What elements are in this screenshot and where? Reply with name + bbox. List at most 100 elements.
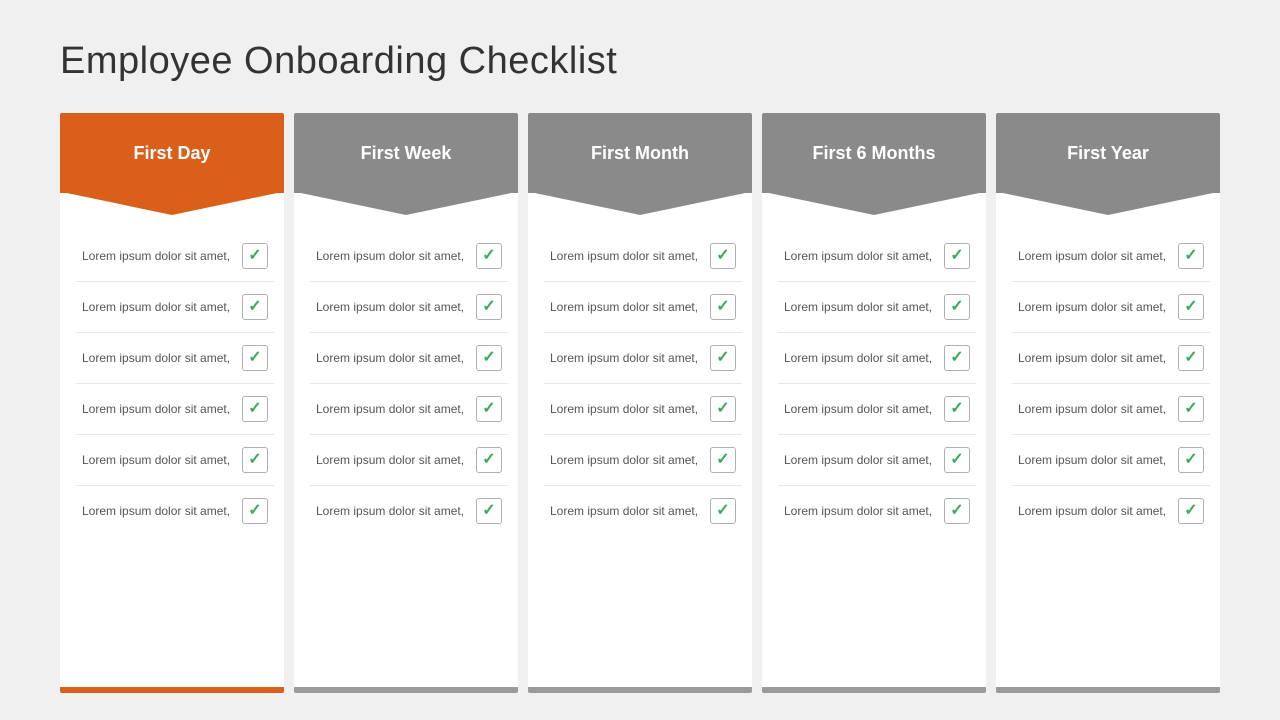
checkbox[interactable]: ✓ — [476, 294, 502, 320]
checkbox[interactable]: ✓ — [1178, 345, 1204, 371]
checkbox[interactable]: ✓ — [710, 294, 736, 320]
column-footer-first-month — [528, 687, 752, 693]
column-body-first-6months: Lorem ipsum dolor sit amet,✓Lorem ipsum … — [762, 193, 986, 687]
item-text: Lorem ipsum dolor sit amet, — [82, 401, 234, 418]
checkmark-icon: ✓ — [482, 503, 495, 519]
list-item: Lorem ipsum dolor sit amet,✓ — [544, 435, 742, 486]
slide: Employee Onboarding Checklist First Day L… — [0, 0, 1280, 720]
checkbox[interactable]: ✓ — [242, 345, 268, 371]
checkmark-icon: ✓ — [482, 350, 495, 366]
checkmark-icon: ✓ — [248, 401, 261, 417]
column-header-text-first-week: First Week — [361, 143, 452, 164]
item-text: Lorem ipsum dolor sit amet, — [1018, 401, 1170, 418]
checkmark-icon: ✓ — [248, 452, 261, 468]
item-text: Lorem ipsum dolor sit amet, — [550, 503, 702, 520]
item-text: Lorem ipsum dolor sit amet, — [82, 248, 234, 265]
list-item: Lorem ipsum dolor sit amet, ✓ — [544, 486, 742, 536]
checkbox[interactable]: ✓ — [710, 498, 736, 524]
item-text: Lorem ipsum dolor sit amet, — [1018, 503, 1170, 520]
checkmark-icon: ✓ — [716, 248, 729, 264]
checkbox[interactable]: ✓ — [944, 294, 970, 320]
item-text: Lorem ipsum dolor sit amet, — [82, 503, 234, 520]
item-text: Lorem ipsum dolor sit amet, — [316, 401, 468, 418]
checkbox[interactable]: ✓ — [710, 396, 736, 422]
column-first-week: First Week Lorem ipsum dolor sit amet, ✓ Lo… — [294, 113, 518, 693]
checkbox[interactable]: ✓ — [242, 294, 268, 320]
column-body-first-year: Lorem ipsum dolor sit amet, ✓ Lorem ipsum … — [996, 193, 1220, 687]
column-header-first-day: First Day — [60, 113, 284, 193]
checkmark-icon: ✓ — [716, 350, 729, 366]
item-text: Lorem ipsum dolor sit amet, — [784, 503, 936, 520]
item-text: Lorem ipsum dolor sit amet, — [1018, 452, 1170, 469]
item-text: Lorem ipsum dolor sit amet, — [316, 503, 468, 520]
item-text: Lorem ipsum dolor sit amet, — [784, 299, 936, 316]
column-header-first-month: First Month — [528, 113, 752, 193]
list-item: Lorem ipsum dolor sit amet, ✓ — [1012, 486, 1210, 536]
item-text: Lorem ipsum dolor sit amet, — [784, 401, 936, 418]
checkbox[interactable]: ✓ — [944, 498, 970, 524]
item-text: Lorem ipsum dolor sit amet, — [82, 452, 234, 469]
list-item: Lorem ipsum dolor sit amet,✓ — [1012, 333, 1210, 384]
checkbox[interactable]: ✓ — [944, 243, 970, 269]
checkbox[interactable]: ✓ — [1178, 243, 1204, 269]
checkmark-icon: ✓ — [950, 401, 963, 417]
list-item: Lorem ipsum dolor sit amet, ✓ — [310, 231, 508, 282]
checkbox[interactable]: ✓ — [242, 498, 268, 524]
list-item: Lorem ipsum dolor sit amet,✓ — [310, 333, 508, 384]
checkmark-icon: ✓ — [248, 503, 261, 519]
column-header-text-first-month: First Month — [591, 143, 689, 164]
checkmark-icon: ✓ — [1184, 503, 1197, 519]
list-item: Lorem ipsum dolor sit amet, ✓ — [778, 435, 976, 486]
checkmark-icon: ✓ — [950, 299, 963, 315]
item-text: Lorem ipsum dolor sit amet, — [550, 248, 702, 265]
column-header-text-first-6months: First 6 Months — [812, 143, 935, 164]
checkmark-icon: ✓ — [482, 248, 495, 264]
checkmark-icon: ✓ — [1184, 401, 1197, 417]
item-text: Lorem ipsum dolor sit amet, — [784, 350, 936, 367]
checkbox[interactable]: ✓ — [476, 498, 502, 524]
checkbox[interactable]: ✓ — [710, 447, 736, 473]
list-item: Lorem ipsum dolor sit amet, ✓ — [310, 435, 508, 486]
checkmark-icon: ✓ — [950, 452, 963, 468]
page-title: Employee Onboarding Checklist — [60, 40, 1220, 83]
checkbox[interactable]: ✓ — [476, 396, 502, 422]
checkbox[interactable]: ✓ — [476, 447, 502, 473]
column-first-day: First Day Lorem ipsum dolor sit amet, ✓ Lor… — [60, 113, 284, 693]
checkmark-icon: ✓ — [248, 248, 261, 264]
column-header-first-year: First Year — [996, 113, 1220, 193]
list-item: Lorem ipsum dolor sit amet,✓ — [76, 333, 274, 384]
checkmark-icon: ✓ — [716, 299, 729, 315]
list-item: Lorem ipsum dolor sit amet, ✓ — [1012, 282, 1210, 333]
checkbox[interactable]: ✓ — [1178, 498, 1204, 524]
checkmark-icon: ✓ — [716, 452, 729, 468]
checkmark-icon: ✓ — [1184, 350, 1197, 366]
column-first-6months: First 6 Months Lorem ipsum dolor sit amet… — [762, 113, 986, 693]
list-item: Lorem ipsum dolor sit amet,✓ — [310, 282, 508, 333]
checkbox[interactable]: ✓ — [476, 345, 502, 371]
list-item: Lorem ipsum dolor sit amet, ✓ — [778, 486, 976, 536]
checkbox[interactable]: ✓ — [476, 243, 502, 269]
column-body-first-month: Lorem ipsum dolor sit amet, ✓ Lorem ipsum … — [528, 193, 752, 687]
checkbox[interactable]: ✓ — [242, 396, 268, 422]
checkbox[interactable]: ✓ — [242, 243, 268, 269]
checkbox[interactable]: ✓ — [944, 345, 970, 371]
list-item: Lorem ipsum dolor sit amet, ✓ — [544, 231, 742, 282]
list-item: Lorem ipsum dolor sit amet, ✓ — [76, 435, 274, 486]
column-header-first-week: First Week — [294, 113, 518, 193]
checkbox[interactable]: ✓ — [1178, 447, 1204, 473]
checkbox[interactable]: ✓ — [944, 396, 970, 422]
list-item: Lorem ipsum dolor sit amet,✓ — [544, 384, 742, 435]
checkbox[interactable]: ✓ — [944, 447, 970, 473]
item-text: Lorem ipsum dolor sit amet, — [316, 248, 468, 265]
column-header-first-6months: First 6 Months — [762, 113, 986, 193]
item-text: Lorem ipsum dolor sit amet, — [1018, 299, 1170, 316]
checkbox[interactable]: ✓ — [242, 447, 268, 473]
checkbox[interactable]: ✓ — [1178, 396, 1204, 422]
checkbox[interactable]: ✓ — [710, 243, 736, 269]
checkbox[interactable]: ✓ — [1178, 294, 1204, 320]
checkbox[interactable]: ✓ — [710, 345, 736, 371]
item-text: Lorem ipsum dolor sit amet, — [316, 452, 468, 469]
item-text: Lorem ipsum dolor sit amet, — [784, 452, 936, 469]
list-item: Lorem ipsum dolor sit amet, ✓ — [1012, 435, 1210, 486]
checkmark-icon: ✓ — [716, 401, 729, 417]
